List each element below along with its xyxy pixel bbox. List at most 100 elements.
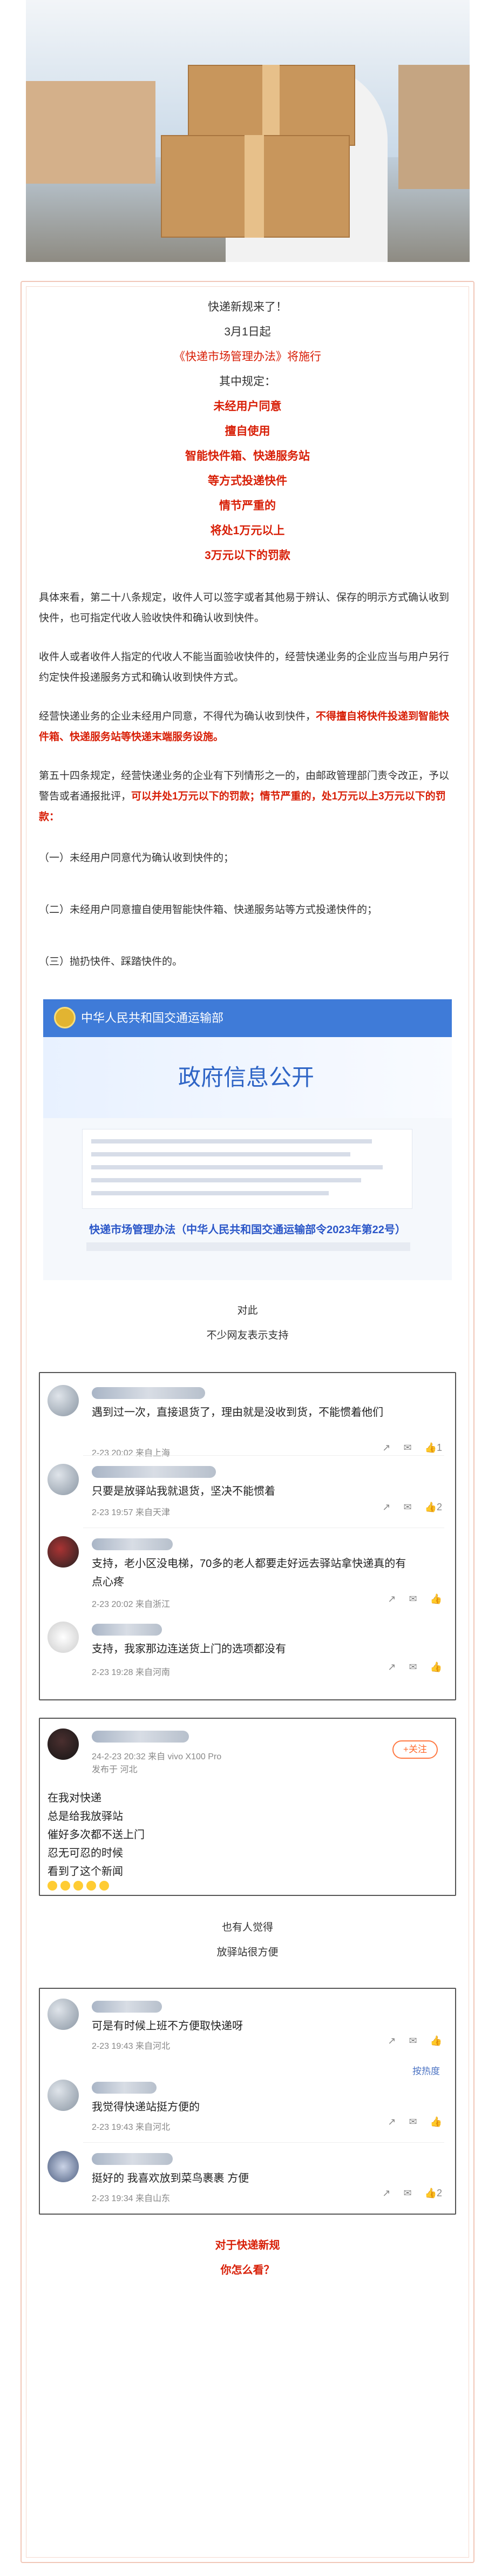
comment-icon[interactable]: ✉ — [403, 1502, 411, 1513]
post-line: 忍无可忍的时候 — [48, 1847, 123, 1859]
post-location: 发布于 河北 — [92, 1765, 138, 1774]
comment-text: 我觉得快递站挺方便的 — [92, 2101, 200, 2113]
intro-rule: 其中规定： — [219, 375, 276, 388]
avatar[interactable] — [48, 1385, 79, 1416]
comment-actions: ↗ ✉ 👍 — [388, 2116, 442, 2128]
share-icon[interactable]: ↗ — [382, 1502, 390, 1513]
gov-header: 中华人民共和国交通运输部 — [43, 999, 452, 1037]
mid-text-3: 也有人觉得 — [221, 1922, 273, 1933]
share-icon[interactable]: ↗ — [388, 1593, 396, 1605]
comment-icon[interactable]: ✉ — [409, 1593, 417, 1605]
laugh-cry-emoji-icon — [48, 1881, 57, 1891]
avatar[interactable] — [48, 1999, 79, 2030]
comments-card-2: 可是有时候上班不方便取快递呀 2-23 19:43 来自河北 ↗ ✉ 👍 按热度… — [39, 1988, 456, 2215]
username-blurred[interactable] — [92, 2082, 157, 2094]
comment-meta: 2-23 19:43 来自河北 — [92, 2042, 170, 2051]
share-icon[interactable]: ↗ — [382, 1442, 390, 1454]
comment-text: 遇到过一次，直接退货了，理由就是没收到货，不能惯着他们 — [92, 1407, 383, 1418]
intro-law: 《快递市场管理办法》将施行 — [174, 351, 321, 363]
avatar[interactable] — [48, 2151, 79, 2182]
comment-meta: 2-23 19:43 来自河北 — [92, 2123, 170, 2132]
post-time: 24-2-23 20:32 来自 vivo X100 Pro — [92, 1752, 222, 1761]
share-icon[interactable]: ↗ — [382, 2188, 390, 2199]
list-item-3: （三）抛扔快件、踩踏快件的。 — [39, 956, 183, 967]
outro-question-1: 对于快递新规 — [215, 2239, 280, 2251]
emph-1: 未经用户同意 — [213, 400, 282, 413]
comment-item: 遇到过一次，直接退货了，理由就是没收到货，不能惯着他们 2-23 20:02 来… — [48, 1385, 447, 1458]
hero-image — [26, 0, 470, 262]
like-icon[interactable]: 👍 — [430, 2035, 442, 2047]
comment-text: 只要是放驿站我就退货，坚决不能惯着 — [92, 1485, 275, 1497]
avatar[interactable] — [48, 1728, 79, 1760]
comment-meta: 2-23 19:57 来自天津 — [92, 1508, 170, 1517]
intro-date: 3月1日起 — [224, 326, 271, 338]
post-line: 催好多次都不送上门 — [48, 1829, 145, 1841]
comment-icon[interactable]: ✉ — [409, 2035, 417, 2047]
paragraph-3: 经营快递业务的企业未经用户同意，不得代为确认收到快件，不得擅自将快件投递到智能快… — [39, 711, 450, 743]
gov-banner: 政府信息公开 — [43, 1037, 452, 1118]
username-blurred[interactable] — [92, 2001, 162, 2013]
sort-hot-button[interactable]: 按热度 — [412, 2063, 440, 2077]
paragraph-1: 具体来看，第二十八条规定，收件人可以签字或者其他易于辨认、保存的明示方式确认收到… — [39, 592, 450, 624]
post-line: 总是给我放驿站 — [48, 1811, 123, 1822]
comment-actions: ↗ ✉ 👍 — [388, 1662, 442, 1673]
like-icon[interactable]: 👍 — [430, 1593, 442, 1605]
outro-question-2: 你怎么看？ — [220, 2264, 275, 2276]
follow-button[interactable]: +关注 — [392, 1740, 438, 1759]
emph-4: 等方式投递快件 — [208, 475, 287, 487]
comment-text: 可是有时候上班不方便取快递呀 — [92, 2020, 243, 2032]
comment-item: 可是有时候上班不方便取快递呀 2-23 19:43 来自河北 ↗ ✉ 👍 — [48, 1999, 447, 2053]
like-icon[interactable]: 👍2 — [425, 1502, 442, 1513]
like-icon[interactable]: 👍 — [430, 2116, 442, 2128]
comment-icon[interactable]: ✉ — [409, 2116, 417, 2128]
comment-actions: ↗ ✉ 👍 — [388, 1593, 442, 1605]
username-blurred[interactable] — [92, 1731, 189, 1743]
share-icon[interactable]: ↗ — [388, 2035, 396, 2047]
username-blurred[interactable] — [92, 1624, 162, 1636]
comment-meta: 2-23 19:28 来自河南 — [92, 1668, 170, 1677]
avatar[interactable] — [48, 1536, 79, 1568]
laugh-cry-emoji-icon — [73, 1881, 83, 1891]
avatar[interactable] — [48, 2080, 79, 2111]
mid-text-2: 不少网友表示支持 — [206, 1330, 289, 1341]
list-item-1: （一）未经用户同意代为确认收到快件的； — [39, 852, 234, 864]
username-blurred[interactable] — [92, 1387, 205, 1399]
comment-item: 挺好的 我喜欢放到菜鸟裹裹 方便 2-23 19:34 来自山东 ↗ ✉ 👍2 — [48, 2151, 447, 2205]
username-blurred[interactable] — [92, 2153, 173, 2165]
emph-5: 情节严重的 — [219, 500, 276, 512]
comment-text: 支持，我家那边连送货上门的选项都没有 — [92, 1643, 286, 1655]
comment-actions: ↗ ✉ 👍2 — [382, 2188, 442, 2199]
comment-icon[interactable]: ✉ — [409, 1662, 417, 1673]
comment-item: 支持，老小区没电梯，70多的老人都要走好远去驿站拿快递真的有点心疼 2-23 2… — [48, 1536, 447, 1609]
list-item-2: （二）未经用户同意擅自使用智能快件箱、快递服务站等方式投递快件的； — [39, 904, 378, 916]
like-icon[interactable]: 👍 — [430, 1662, 442, 1673]
weibo-post-card: +关注 24-2-23 20:32 来自 vivo X100 Pro 发布于 河… — [39, 1718, 456, 1896]
laugh-cry-emoji-icon — [60, 1881, 70, 1891]
mid-text-1: 对此 — [237, 1305, 258, 1316]
username-blurred[interactable] — [92, 1538, 173, 1550]
emph-3: 智能快件箱、快递服务站 — [185, 450, 310, 462]
like-icon[interactable]: 👍2 — [425, 2188, 442, 2199]
comment-icon[interactable]: ✉ — [403, 2188, 411, 2199]
intro-line: 快递新规来了！ — [208, 301, 287, 313]
comment-actions: ↗ ✉ 👍1 — [382, 1442, 442, 1454]
post-line: 在我对快递 — [48, 1792, 101, 1804]
share-icon[interactable]: ↗ — [388, 1662, 396, 1673]
avatar[interactable] — [48, 1622, 79, 1653]
emph-7: 3万元以下的罚款 — [205, 549, 290, 562]
comment-actions: ↗ ✉ 👍 — [388, 2035, 442, 2047]
post-line: 看到了这个新闻 — [48, 1866, 123, 1878]
like-icon[interactable]: 👍1 — [425, 1442, 442, 1454]
emph-6: 将处1万元以上 — [210, 524, 285, 537]
laugh-cry-emoji-icon — [99, 1881, 109, 1891]
emoji-row — [48, 1881, 112, 1891]
comment-item: 只要是放驿站我就退货，坚决不能惯着 2-23 19:57 来自天津 ↗ ✉ 👍2 — [48, 1464, 447, 1524]
comment-text: 挺好的 我喜欢放到菜鸟裹裹 方便 — [92, 2173, 249, 2184]
comment-icon[interactable]: ✉ — [403, 1442, 411, 1454]
gov-doc-title[interactable]: 快递市场管理办法（中华人民共和国交通运输部令2023年第22号） — [65, 1221, 430, 1236]
share-icon[interactable]: ↗ — [388, 2116, 396, 2128]
comment-meta: 2-23 20:02 来自浙江 — [92, 1600, 170, 1609]
comment-meta: 2-23 19:34 来自山东 — [92, 2194, 170, 2203]
username-blurred[interactable] — [92, 1466, 216, 1478]
avatar[interactable] — [48, 1464, 79, 1495]
